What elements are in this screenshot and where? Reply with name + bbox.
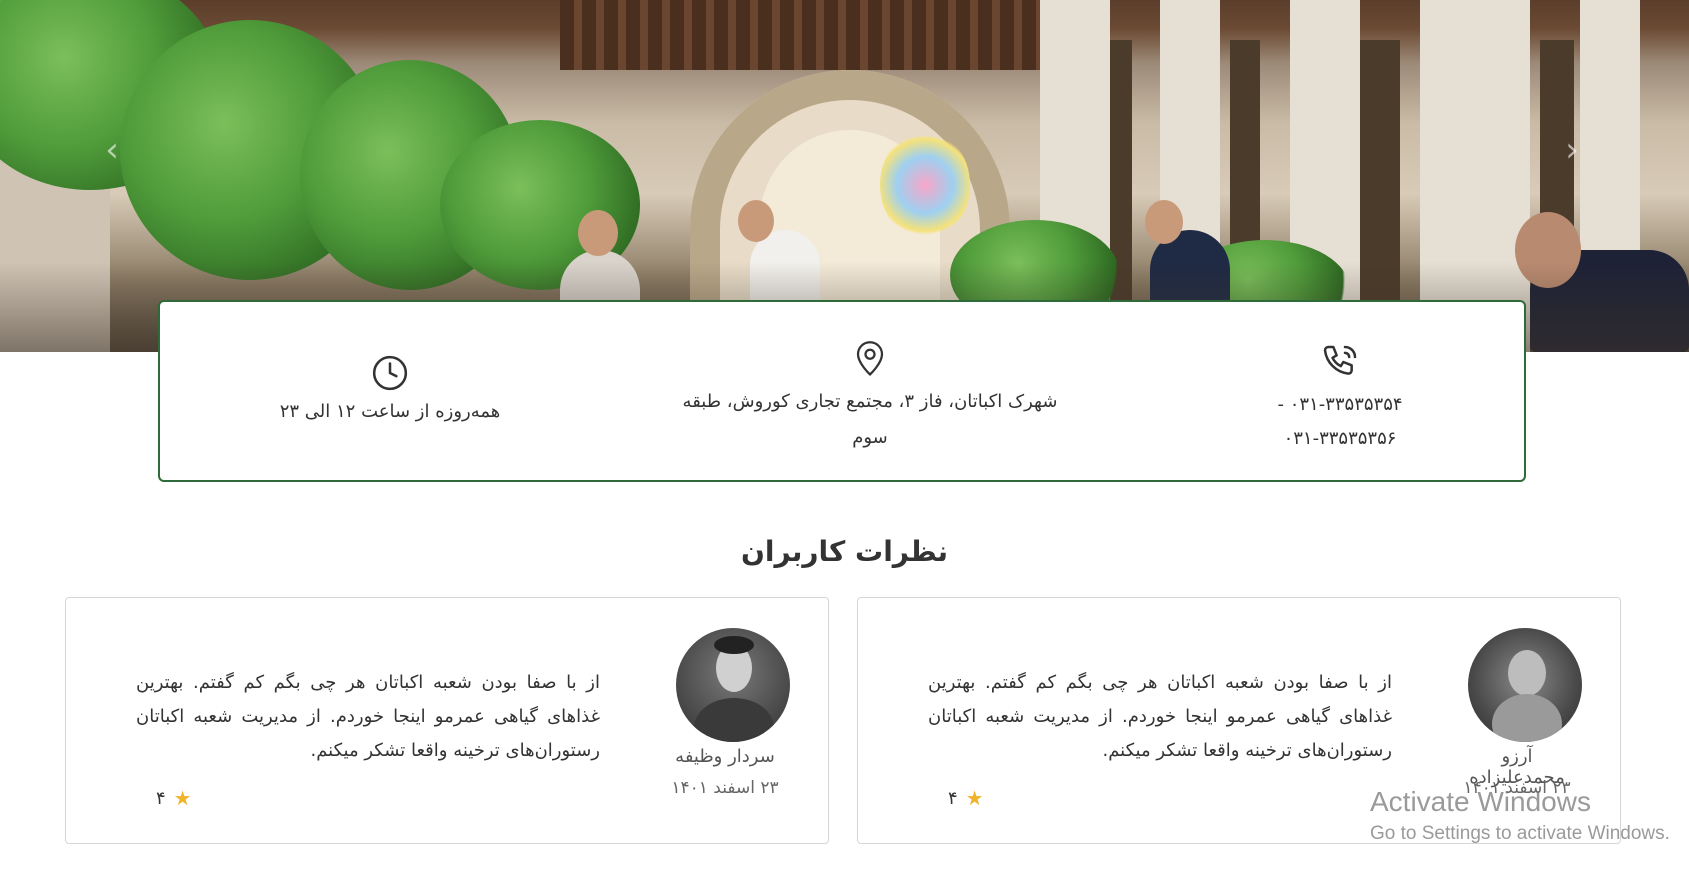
carousel-prev-button[interactable]: ‹ bbox=[100, 130, 124, 170]
contact-info-box: ۰۳۱-۳۳۵۳۵۳۵۴ - ۰۳۱-۳۳۵۳۵۳۵۶ شهرک اکباتان… bbox=[158, 300, 1526, 482]
hero-ceiling bbox=[560, 0, 1080, 70]
review-rating: ۴ ★ bbox=[948, 786, 984, 810]
review-text: از با صفا بودن شعبه اکباتان هر چی بگم کم… bbox=[928, 672, 1392, 761]
review-card: سردار وظیفه ۲۳ اسفند ۱۴۰۱ از با صفا بودن… bbox=[65, 597, 829, 844]
reviews-section-title: نظرات کاربران bbox=[740, 535, 949, 568]
windows-activation-watermark: Activate Windows Go to Settings to activ… bbox=[1370, 784, 1689, 848]
address-line-2: سوم bbox=[852, 427, 888, 448]
avatar-shoulders bbox=[1492, 694, 1562, 742]
review-text: از با صفا بودن شعبه اکباتان هر چی بگم کم… bbox=[136, 672, 600, 761]
reviewer-name: سردار وظیفه bbox=[675, 746, 775, 767]
hero-person-head bbox=[738, 200, 774, 242]
avatar-shoulders bbox=[694, 698, 774, 742]
star-icon: ★ bbox=[173, 786, 192, 810]
review-rating: ۴ ★ bbox=[156, 786, 192, 810]
location-pin-icon bbox=[670, 338, 1070, 378]
rating-value: ۴ bbox=[156, 787, 166, 809]
avatar bbox=[676, 628, 790, 742]
avatar-face bbox=[1508, 650, 1546, 696]
phone-icon bbox=[1210, 342, 1470, 382]
hero-person-head bbox=[1145, 200, 1183, 244]
address-line-1: شهرک اکباتان، فاز ۳، مجتمع تجاری کوروش، … bbox=[682, 391, 1058, 412]
opening-hours: همه‌روزه از ساعت ۱۲ الی ۲۳ bbox=[279, 401, 501, 422]
address-info: شهرک اکباتان، فاز ۳، مجتمع تجاری کوروش، … bbox=[670, 338, 1070, 456]
phone-number-2[interactable]: ۰۳۱-۳۳۵۳۵۳۵۶ bbox=[1210, 422, 1470, 456]
rating-value: ۴ bbox=[948, 787, 958, 809]
phone-info: ۰۳۱-۳۳۵۳۵۳۵۴ - ۰۳۱-۳۳۵۳۵۳۵۶ bbox=[1210, 342, 1470, 456]
carousel-next-button[interactable]: › bbox=[1560, 130, 1584, 170]
star-icon: ★ bbox=[965, 786, 984, 810]
phone-number-1[interactable]: ۰۳۱-۳۳۵۳۵۳۵۴ - bbox=[1210, 388, 1470, 422]
hero-flowers bbox=[880, 130, 970, 240]
watermark-subtitle: Go to Settings to activate Windows. bbox=[1370, 823, 1670, 844]
hero-person-head bbox=[578, 210, 618, 256]
watermark-title: Activate Windows bbox=[1370, 786, 1591, 817]
avatar-hair bbox=[714, 636, 754, 654]
clock-icon bbox=[240, 354, 540, 392]
hours-info: همه‌روزه از ساعت ۱۲ الی ۲۳ bbox=[240, 354, 540, 426]
review-date: ۲۳ اسفند ۱۴۰۱ bbox=[671, 778, 779, 798]
avatar bbox=[1468, 628, 1582, 742]
